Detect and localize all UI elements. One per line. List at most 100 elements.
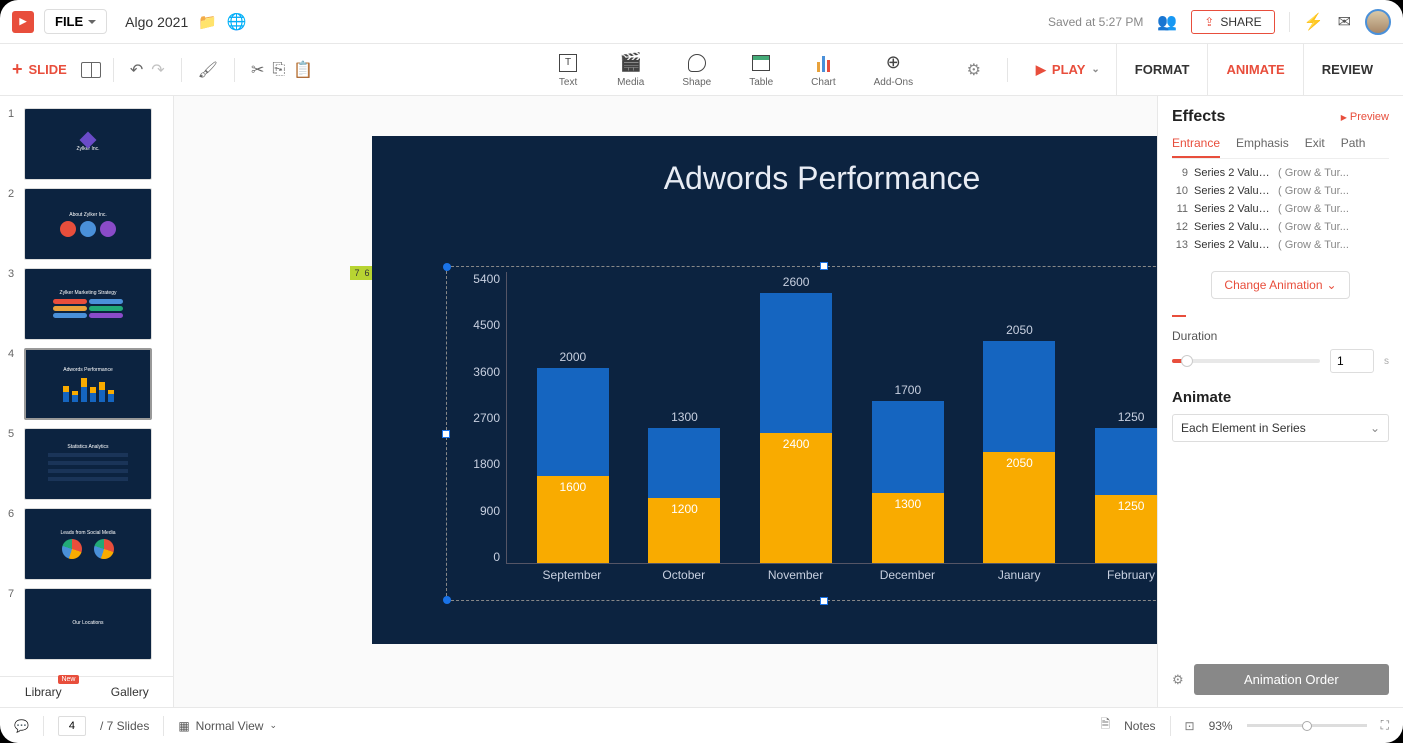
anim-effect: ( Grow & Tur...	[1278, 239, 1349, 251]
resize-handle[interactable]	[820, 597, 828, 605]
folder-icon[interactable]: 📁	[198, 13, 217, 31]
paste-icon[interactable]: 📋	[289, 56, 317, 84]
anim-effect: ( Grow & Tur...	[1278, 203, 1349, 215]
resize-handle[interactable]	[820, 262, 828, 270]
file-menu[interactable]: FILE	[44, 9, 107, 34]
slide-thumb-1[interactable]: 1Zylker Inc.	[0, 104, 173, 184]
slide-number: 5	[8, 428, 18, 500]
canvas-area[interactable]: 7654321 Adwords Performance 540045003600…	[174, 96, 1157, 707]
globe-icon[interactable]: 🌐	[227, 12, 247, 32]
resize-handle[interactable]	[443, 596, 451, 604]
slide-thumb-6[interactable]: 6Leads from Social Media	[0, 504, 173, 584]
tab-animate[interactable]: ANIMATE	[1207, 44, 1302, 96]
slide-thumb-3[interactable]: 3Zylker Marketing Strategy	[0, 264, 173, 344]
slide-number: 3	[8, 268, 18, 340]
anim-index: 12	[1172, 221, 1188, 233]
slide-number: 4	[8, 348, 18, 420]
undo-icon[interactable]: ↶	[126, 56, 147, 84]
share-button[interactable]: SHARE	[1191, 10, 1274, 34]
duration-label: Duration	[1172, 329, 1389, 343]
duration-input[interactable]	[1330, 349, 1374, 373]
anim-name: Series 2 Value...	[1194, 203, 1272, 215]
settings-icon[interactable]: ⚙	[967, 60, 981, 80]
app-logo[interactable]: ▶	[12, 11, 34, 33]
notes-label[interactable]: Notes	[1124, 719, 1155, 733]
insert-text-button[interactable]: TText	[557, 52, 579, 88]
animation-item[interactable]: 10 Series 2 Value... ( Grow & Tur...	[1172, 185, 1389, 197]
format-painter-icon[interactable]: 🖌	[194, 56, 222, 84]
anim-name: Series 2 Value...	[1194, 239, 1272, 251]
anim-name: Series 2 Value...	[1194, 185, 1272, 197]
anim-index: 9	[1172, 167, 1188, 179]
tab-exit[interactable]: Exit	[1305, 136, 1325, 158]
comments-icon[interactable]: 💬	[14, 719, 29, 733]
slide-canvas: Adwords Performance 54004500360027001800…	[372, 136, 1157, 644]
view-grid-icon: ▦	[178, 719, 189, 733]
insert-table-button[interactable]: Table	[749, 52, 773, 88]
cut-icon[interactable]: ✂	[247, 56, 268, 84]
animate-mode-select[interactable]: Each Element in Series	[1172, 414, 1389, 442]
page-input[interactable]	[58, 716, 86, 736]
tab-emphasis[interactable]: Emphasis	[1236, 136, 1289, 158]
preview-button[interactable]: Preview	[1341, 111, 1389, 123]
slide-thumb-2[interactable]: 2About Zylker Inc.	[0, 184, 173, 264]
resize-handle[interactable]	[443, 263, 451, 271]
animation-item[interactable]: 9 Series 2 Value... ( Grow & Tur...	[1172, 167, 1389, 179]
anim-effect: ( Grow & Tur...	[1278, 185, 1349, 197]
slide-thumb-5[interactable]: 5Statistics Analytics	[0, 424, 173, 504]
gallery-tab[interactable]: Gallery	[87, 677, 174, 707]
fullscreen-icon[interactable]: ⛶	[1381, 718, 1389, 733]
library-tab[interactable]: NewLibrary	[0, 677, 87, 707]
slide-number: 6	[8, 508, 18, 580]
slide-thumb-4[interactable]: 4Adwords Performance	[0, 344, 173, 424]
new-badge: New	[58, 675, 78, 684]
animation-item[interactable]: 13 Series 2 Value... ( Grow & Tur...	[1172, 239, 1389, 251]
notes-icon[interactable]: 🗎	[1100, 715, 1110, 736]
zoom-slider[interactable]	[1247, 724, 1367, 727]
tab-entrance[interactable]: Entrance	[1172, 136, 1220, 158]
animation-order-button[interactable]: Animation Order	[1194, 664, 1389, 695]
redo-icon[interactable]: ↷	[147, 56, 168, 84]
document-name[interactable]: Algo 2021	[125, 14, 188, 30]
duration-slider[interactable]	[1172, 359, 1320, 363]
insert-addons-button[interactable]: ⊕Add-Ons	[874, 52, 913, 88]
total-slides: / 7 Slides	[100, 719, 149, 733]
play-button[interactable]: PLAY⌄	[1020, 62, 1116, 78]
slide-thumb-7[interactable]: 7Our Locations	[0, 584, 173, 664]
layout-icon[interactable]	[81, 62, 101, 78]
effects-title: Effects	[1172, 108, 1225, 126]
tab-path[interactable]: Path	[1341, 136, 1366, 158]
saved-status: Saved at 5:27 PM	[1048, 15, 1143, 29]
insert-media-button[interactable]: 🎬Media	[617, 52, 644, 88]
slide-number: 1	[8, 108, 18, 180]
panel-settings-icon[interactable]: ⚙	[1172, 672, 1184, 688]
user-avatar[interactable]	[1365, 9, 1391, 35]
insert-chart-button[interactable]: Chart	[811, 52, 835, 88]
share-label: SHARE	[1220, 15, 1261, 29]
fit-icon[interactable]: ⊡	[1185, 719, 1195, 733]
tab-format[interactable]: FORMAT	[1116, 44, 1208, 96]
view-mode-select[interactable]: ▦ Normal View ⌄	[178, 719, 277, 733]
anim-index: 13	[1172, 239, 1188, 251]
anim-index: 10	[1172, 185, 1188, 197]
slide-number: 7	[8, 588, 18, 660]
selection-box[interactable]	[446, 266, 1157, 601]
change-animation-button[interactable]: Change Animation	[1211, 271, 1349, 299]
animation-item[interactable]: 12Series 2 Value...( Grow & Tur...	[1172, 221, 1389, 233]
copy-icon[interactable]: ⎘	[268, 57, 289, 83]
slide-title: Adwords Performance	[372, 136, 1157, 197]
anim-effect: ( Grow & Tur...	[1278, 167, 1349, 179]
play-dropdown-icon[interactable]: ⌄	[1091, 64, 1099, 75]
add-slide-button[interactable]: SLIDE	[12, 59, 67, 80]
animation-item[interactable]: 11 Series 2 Value... ( Grow & Tur...	[1172, 203, 1389, 215]
tab-review[interactable]: REVIEW	[1303, 44, 1391, 96]
insert-shape-button[interactable]: Shape	[682, 52, 711, 88]
anim-index: 11	[1172, 203, 1188, 215]
notifications-icon[interactable]: ✉	[1338, 12, 1351, 32]
anim-effect: ( Grow & Tur...	[1278, 221, 1349, 233]
resize-handle[interactable]	[442, 430, 450, 438]
slides-panel: 1Zylker Inc.2About Zylker Inc.3Zylker Ma…	[0, 96, 174, 707]
lightning-icon[interactable]: ⚡	[1304, 12, 1324, 32]
anim-name: Series 2 Value...	[1194, 167, 1272, 179]
collaborators-icon[interactable]: 👥	[1157, 12, 1177, 32]
